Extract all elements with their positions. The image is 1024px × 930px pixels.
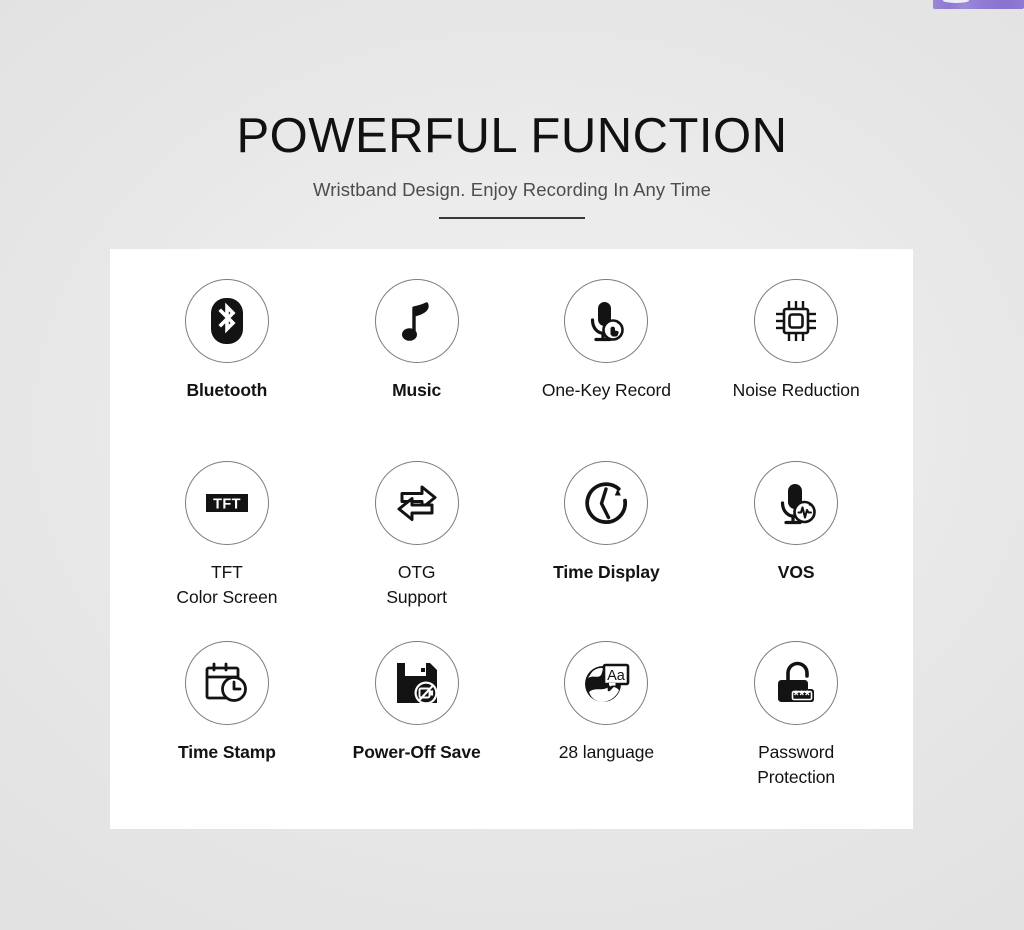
svg-text:TFT: TFT [213, 496, 241, 512]
globe-language-icon: Aa [564, 641, 649, 725]
header: POWERFUL FUNCTION Wristband Design. Enjo… [0, 105, 1024, 219]
svg-text:Aa: Aa [608, 668, 627, 684]
feature-item-music[interactable]: Music [322, 275, 512, 453]
feature-label: Noise Reduction [732, 380, 860, 400]
feature-item-time-display[interactable]: Time Display [512, 453, 702, 631]
feature-label: Music [392, 380, 442, 400]
padlock-open-icon: *** [754, 641, 839, 725]
feature-label: 28 language [558, 742, 654, 762]
feature-label: Password Protection [757, 742, 836, 787]
music-note-icon [374, 279, 459, 363]
feature-item-time-stamp[interactable]: Time Stamp [132, 631, 322, 809]
calendar-clock-icon [184, 641, 269, 725]
feature-item-one-key-record[interactable]: One-Key Record [512, 275, 702, 453]
feature-item-power-off-save[interactable]: Power-Off Save [322, 631, 512, 809]
feature-label: Bluetooth [186, 380, 268, 400]
otg-arrows-icon [374, 461, 459, 545]
page-title: POWERFUL FUNCTION [236, 109, 788, 163]
feature-label: Power-Off Save [352, 742, 481, 762]
feature-item-bluetooth[interactable]: Bluetooth [132, 275, 322, 453]
feature-panel: Bluetooth Music One-Key Record Noise Red… [110, 249, 913, 829]
mic-waveform-icon [754, 461, 839, 545]
feature-label: Time Display [553, 562, 660, 582]
feature-item-noise-reduction[interactable]: Noise Reduction [701, 275, 891, 453]
feature-item-password-protection[interactable]: *** Password Protection [701, 631, 891, 809]
page-background: POWERFUL FUNCTION Wristband Design. Enjo… [0, 0, 1024, 930]
clock-refresh-icon [564, 461, 649, 545]
feature-label: VOS [777, 562, 815, 582]
svg-text:***: *** [794, 687, 811, 702]
floppy-disk-icon [374, 641, 459, 725]
feature-label: One-Key Record [541, 380, 671, 400]
feature-grid: Bluetooth Music One-Key Record Noise Red… [132, 275, 891, 809]
feature-item-otg-support[interactable]: OTG Support [322, 453, 512, 631]
tft-screen-icon: TFT [184, 461, 269, 545]
feature-item-28-language[interactable]: Aa 28 language [512, 631, 702, 809]
page-subtitle: Wristband Design. Enjoy Recording In Any… [313, 179, 711, 200]
top-accent-sliver [933, 0, 1024, 9]
feature-label: Time Stamp [177, 742, 276, 762]
feature-item-vos[interactable]: VOS [701, 453, 891, 631]
feature-label: OTG Support [386, 562, 447, 607]
mic-touch-icon [564, 279, 649, 363]
feature-label: TFT Color Screen [176, 562, 278, 607]
cpu-chip-icon [754, 279, 839, 363]
title-divider [439, 217, 585, 219]
feature-item-tft-color-screen[interactable]: TFT TFT Color Screen [132, 453, 322, 631]
bluetooth-icon [184, 279, 269, 363]
